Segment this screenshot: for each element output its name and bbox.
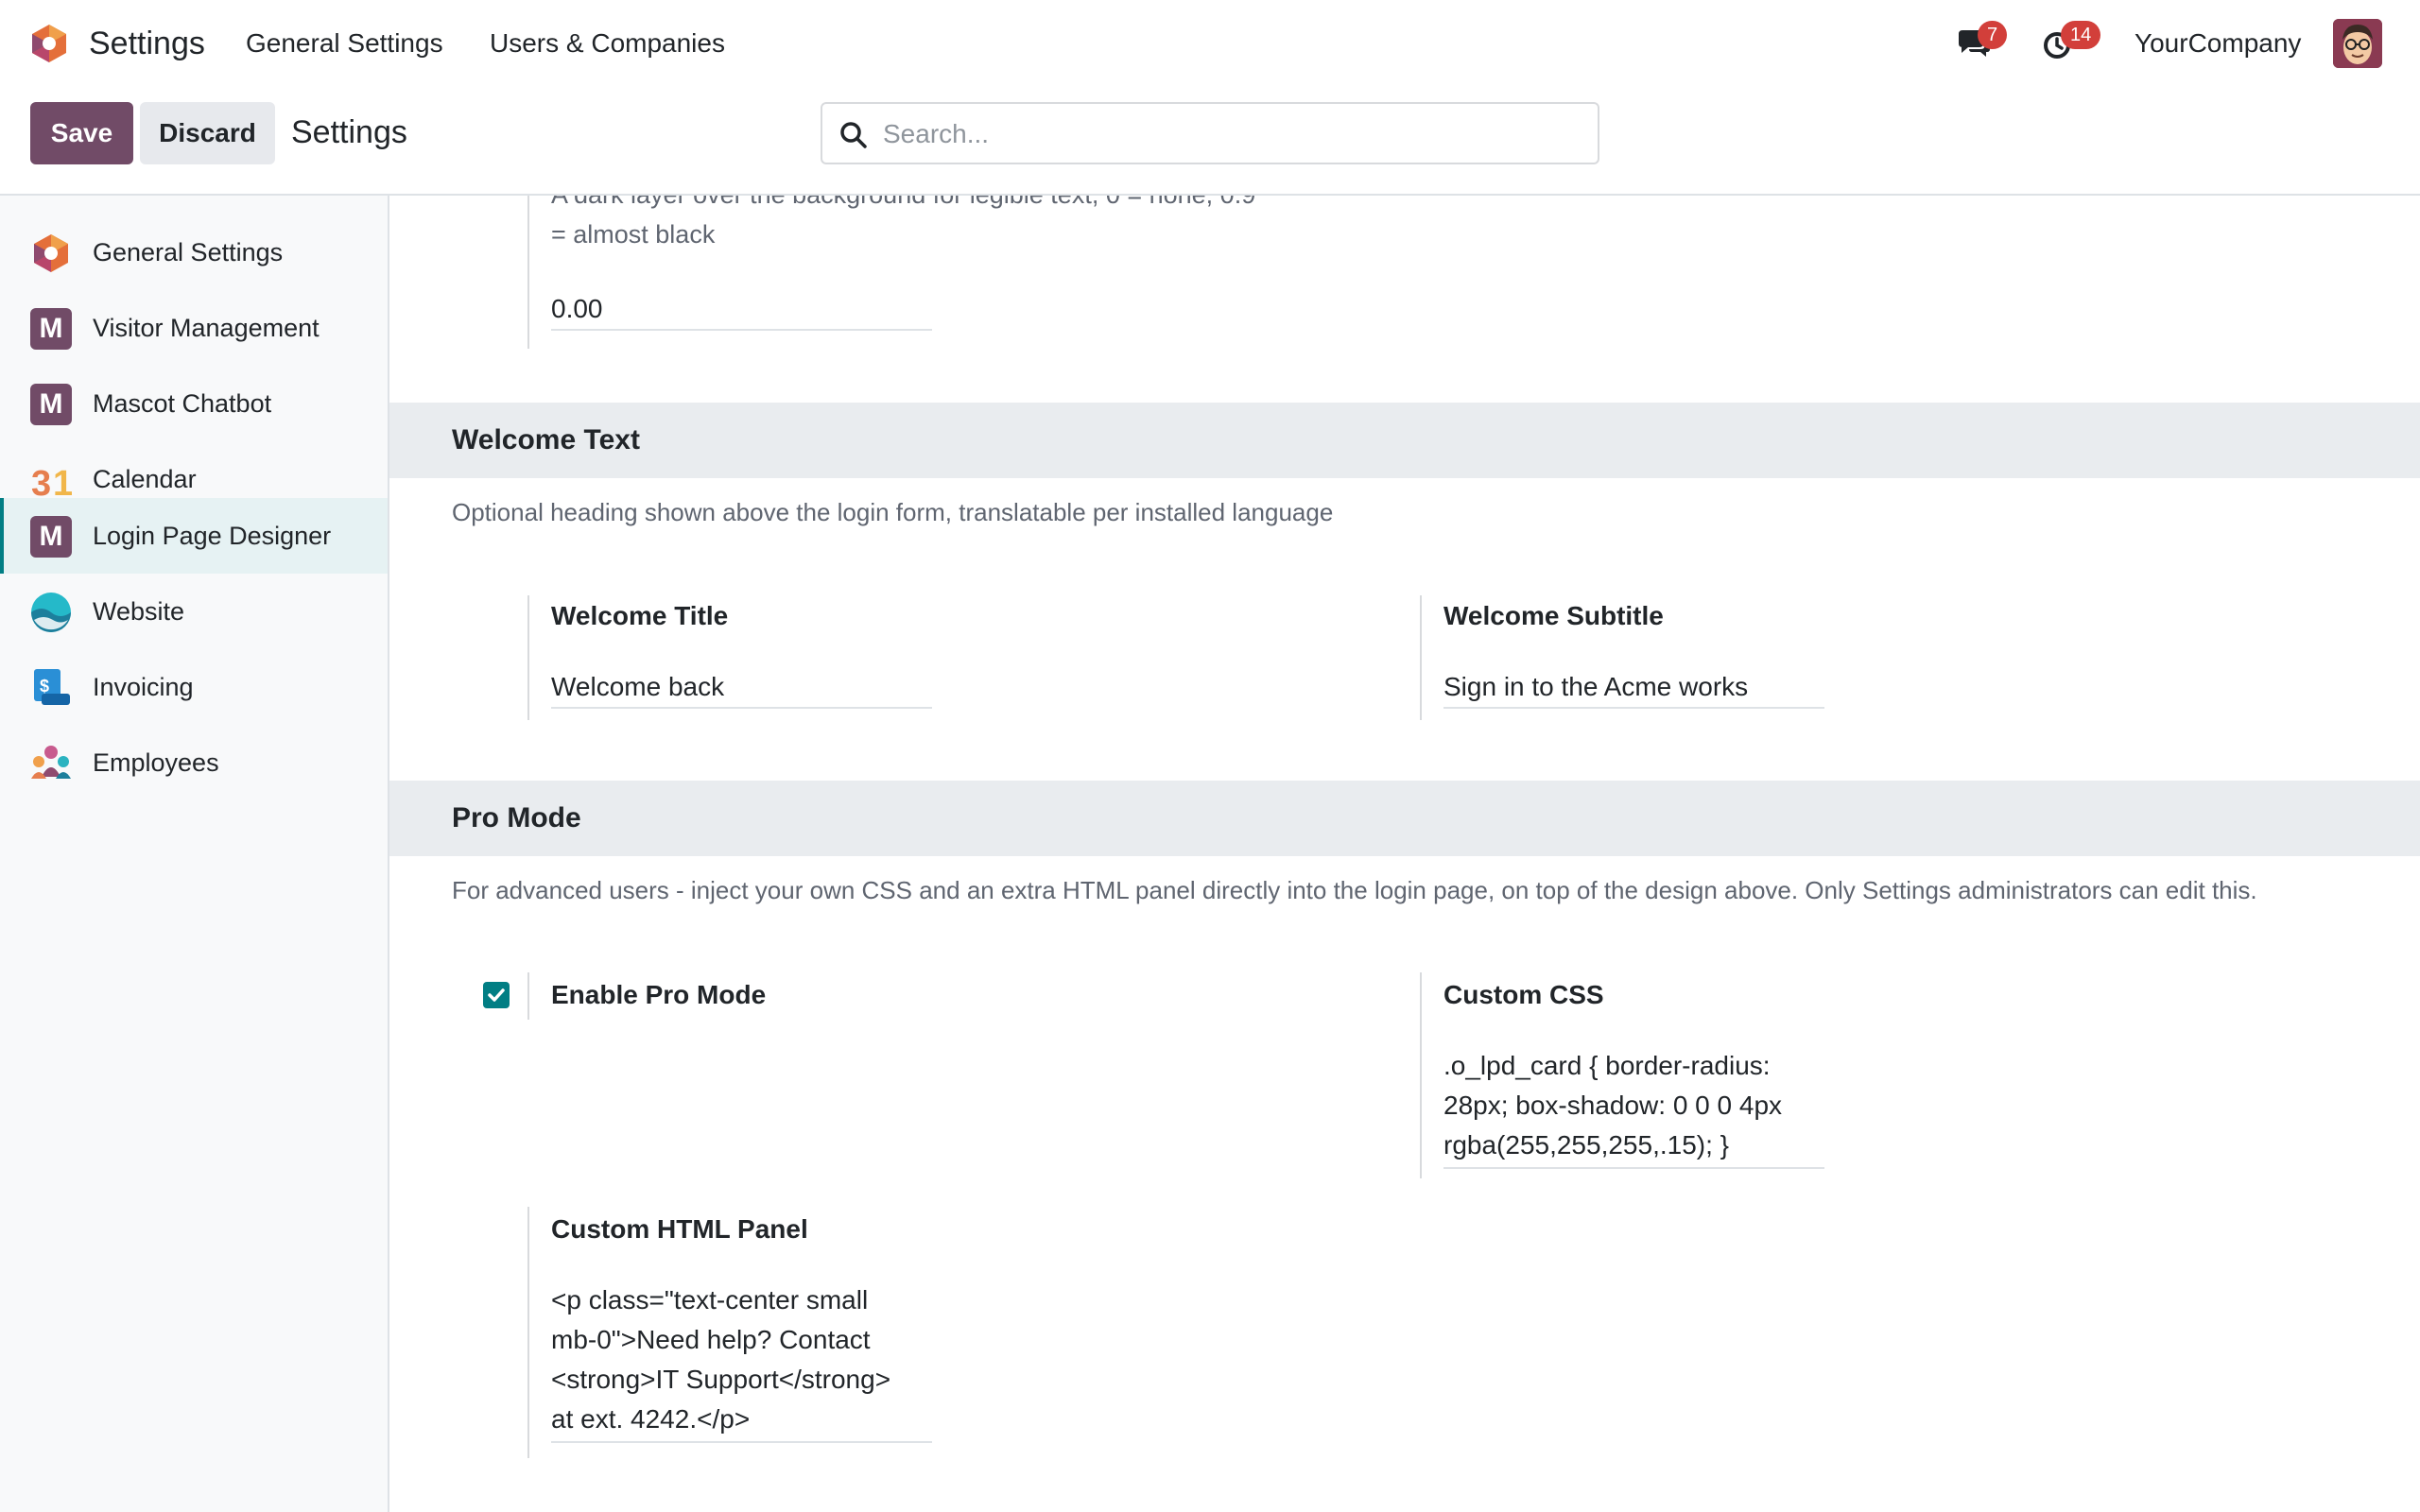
checkmark-icon (488, 988, 505, 1002)
odoo-logo-icon[interactable] (28, 23, 70, 64)
sidebar-item-website[interactable]: Website (0, 574, 388, 649)
overlay-opacity-field[interactable]: 0.00 (551, 289, 932, 331)
sidebar-item-visitor-management[interactable]: M Visitor Management (0, 290, 388, 366)
code-line: rgba(255,255,255,.15); } (1443, 1130, 1730, 1160)
messaging-button[interactable]: 7 (1951, 21, 2008, 66)
sidebar-item-label: General Settings (93, 238, 284, 266)
activities-button[interactable]: 14 (2038, 21, 2101, 66)
discard-button[interactable]: Discard (140, 102, 275, 164)
section-description: Optional heading shown above the login f… (452, 498, 1334, 526)
page-title: Settings (291, 114, 407, 150)
code-line: <strong>IT Support</strong> (551, 1365, 891, 1394)
company-switcher[interactable]: YourCompany (2135, 26, 2301, 60)
odoo-logo-icon (30, 232, 72, 274)
custom-css-field[interactable]: .o_lpd_card { border-radius: 28px; box-s… (1443, 1046, 1824, 1169)
sidebar-item-label: Mascot Chatbot (93, 389, 272, 418)
sidebar-item-label: Employees (93, 748, 219, 777)
svg-text:1: 1 (53, 464, 72, 501)
sidebar-item-employees[interactable]: Employees (0, 725, 388, 800)
sidebar-item-label: Visitor Management (93, 314, 320, 342)
code-line: mb-0">Need help? Contact (551, 1325, 871, 1354)
sidebar-item-label: Login Page Designer (93, 522, 332, 550)
setting-divider (527, 595, 529, 720)
sidebar-item-label: Invoicing (93, 673, 194, 701)
save-button[interactable]: Save (30, 102, 133, 164)
setting-divider (527, 972, 529, 1020)
settings-sidebar: General Settings M Visitor Management M … (0, 196, 389, 1512)
code-line: <p class="text-center small (551, 1285, 869, 1314)
code-line: at ext. 4242.</p> (551, 1404, 751, 1434)
setting-divider (1420, 595, 1422, 720)
website-icon (30, 592, 72, 633)
setting-divider (1420, 972, 1422, 1178)
chat-count-badge: 7 (1978, 21, 2008, 49)
sidebar-item-invoicing[interactable]: $ Invoicing (0, 649, 388, 725)
section-description: For advanced users - inject your own CSS… (452, 876, 2257, 904)
search-box[interactable] (821, 102, 1599, 164)
sidebar-item-label: Calendar (93, 465, 197, 493)
svg-text:3: 3 (31, 464, 51, 501)
code-line: 28px; box-shadow: 0 0 0 4px (1443, 1091, 1783, 1120)
enable-pro-mode-checkbox[interactable] (483, 982, 510, 1008)
sidebar-item-login-page-designer[interactable]: M Login Page Designer (0, 498, 388, 574)
activity-count-badge: 14 (2061, 21, 2101, 49)
section-title: Pro Mode (452, 802, 581, 833)
user-avatar[interactable] (2333, 19, 2382, 68)
section-header-welcome-text: Welcome Text (389, 403, 2420, 478)
search-icon (839, 121, 868, 149)
top-navbar: Settings General Settings Users & Compan… (0, 0, 2420, 87)
code-line: .o_lpd_card { border-radius: (1443, 1051, 1771, 1080)
menu-users-companies[interactable]: Users & Companies (490, 26, 725, 60)
control-panel: Save Discard Settings (0, 87, 2420, 196)
app-name[interactable]: Settings (89, 23, 205, 64)
employees-icon (30, 743, 72, 784)
enable-pro-mode-label[interactable]: Enable Pro Mode (551, 978, 766, 1012)
menu-general-settings[interactable]: General Settings (246, 26, 443, 60)
welcome-subtitle-field[interactable]: Sign in to the Acme works (1443, 667, 1824, 709)
section-title: Welcome Text (452, 424, 640, 455)
m-app-icon: M (30, 384, 72, 425)
custom-html-field[interactable]: <p class="text-center small mb-0">Need h… (551, 1280, 932, 1443)
calendar-31-icon: 3 1 (30, 459, 73, 504)
setting-divider (527, 1207, 529, 1458)
sidebar-item-label: Website (93, 597, 185, 626)
overlay-help-text: A dark layer over the background for leg… (551, 196, 1255, 215)
welcome-title-label: Welcome Title (551, 601, 729, 630)
setting-divider (527, 196, 529, 349)
section-header-pro-mode: Pro Mode (389, 781, 2420, 856)
overlay-help-text: = almost black (551, 220, 716, 249)
m-app-icon: M (30, 516, 72, 558)
custom-html-label: Custom HTML Panel (551, 1214, 808, 1244)
invoicing-icon: $ (30, 667, 72, 709)
svg-text:$: $ (40, 677, 49, 696)
sidebar-item-general-settings[interactable]: General Settings (0, 215, 388, 290)
welcome-subtitle-label: Welcome Subtitle (1443, 601, 1664, 630)
search-input[interactable] (883, 113, 1582, 155)
sidebar-item-mascot-chatbot[interactable]: M Mascot Chatbot (0, 366, 388, 441)
welcome-title-field[interactable]: Welcome back (551, 667, 932, 709)
m-app-icon: M (30, 308, 72, 350)
custom-css-label: Custom CSS (1443, 980, 1604, 1009)
settings-content: A dark layer over the background for leg… (389, 196, 2420, 1512)
